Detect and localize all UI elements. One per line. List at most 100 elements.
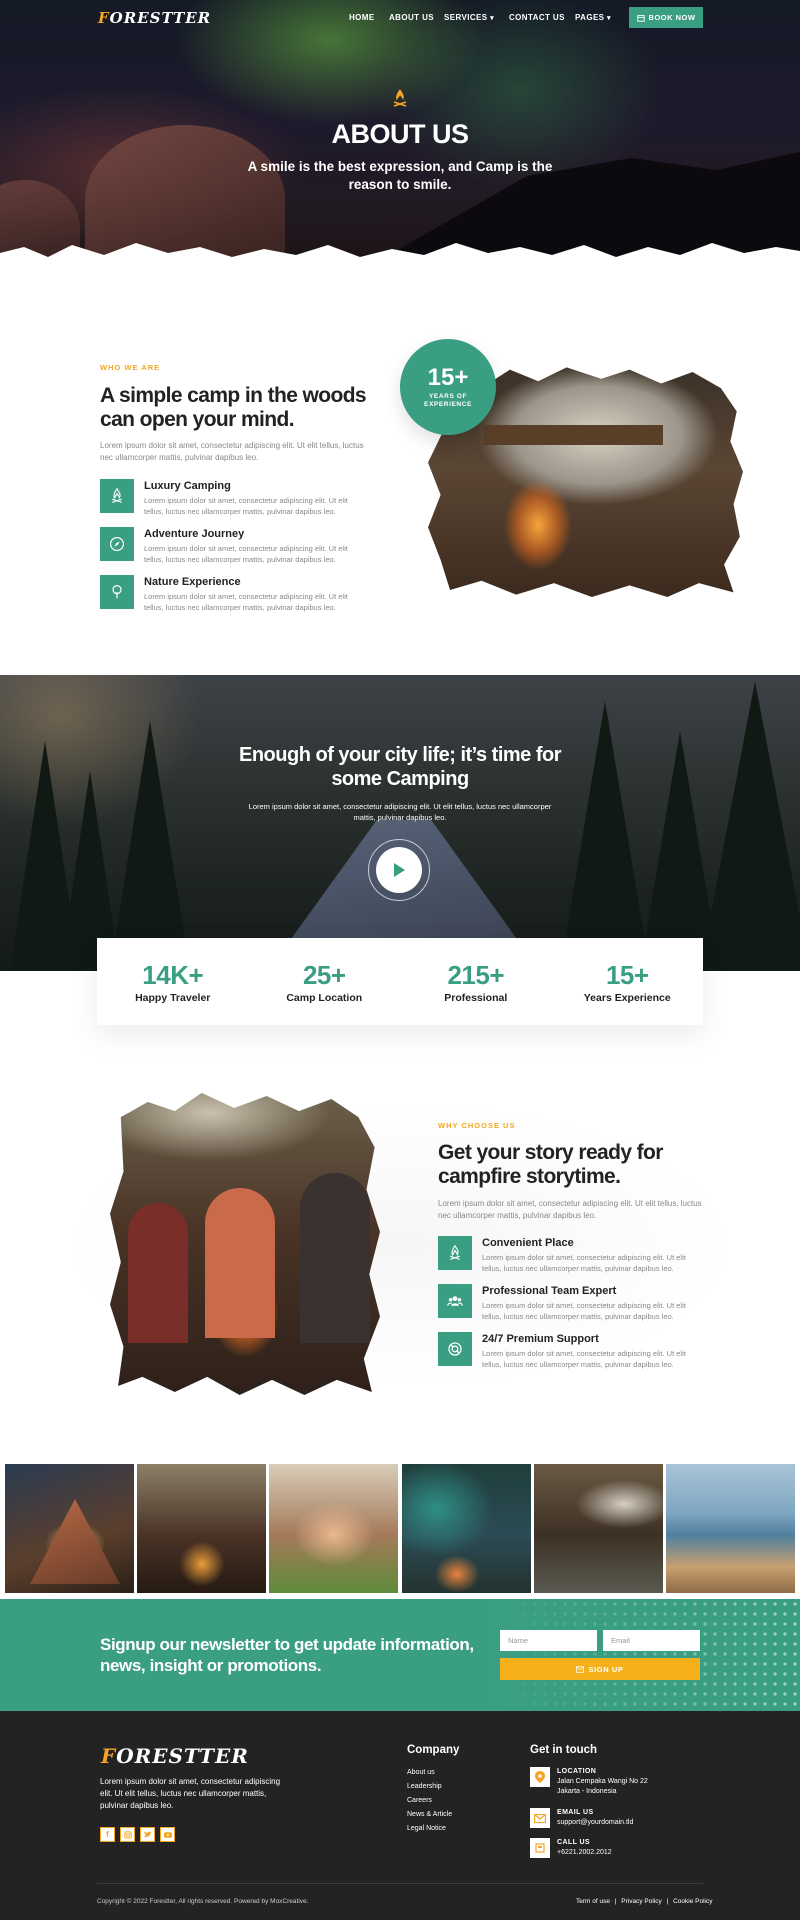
person-figure (205, 1188, 275, 1338)
location-label: LOCATION (557, 1768, 597, 1775)
tree-silhouette (560, 701, 650, 971)
mail-icon (576, 1665, 585, 1673)
footer-link-leadership[interactable]: Leadership (407, 1783, 442, 1790)
chevron-down-icon: ▾ (607, 15, 611, 22)
play-icon (394, 863, 405, 877)
youtube-icon[interactable] (160, 1827, 175, 1842)
stat-item: 15+ Years Experience (583, 959, 671, 1004)
footer-about-text: Lorem ipsum dolor sit amet, consectetur … (100, 1777, 281, 1810)
section-eyebrow: WHY CHOOSE US (438, 1121, 516, 1130)
nav-pages[interactable]: PAGES ▾ (575, 13, 611, 22)
footer-logo[interactable]: FORESTTER (101, 1744, 249, 1768)
email-label: EMAIL US (557, 1809, 594, 1816)
dot-pattern (490, 1599, 800, 1711)
gallery-image[interactable] (5, 1464, 134, 1593)
feature-desc: Lorem ipsum dolor sit amet, consectetur … (482, 1253, 686, 1273)
nav-services[interactable]: SERVICES ▾ (444, 13, 494, 22)
footer-link-news[interactable]: News & Article (407, 1811, 452, 1818)
gallery-image[interactable] (137, 1464, 266, 1593)
feature-title: Nature Experience (144, 576, 241, 588)
nav-about-us[interactable]: ABOUT US (389, 13, 434, 22)
support-icon (438, 1332, 472, 1366)
footer-link-careers[interactable]: Careers (407, 1797, 432, 1804)
footer-link-legal[interactable]: Legal Notice (407, 1825, 446, 1832)
gallery-image[interactable] (534, 1464, 663, 1593)
phone-icon (530, 1838, 550, 1858)
trailer-window (483, 425, 663, 445)
feature-title: Adventure Journey (144, 528, 245, 540)
video-title: Enough of your city life; it’s time for … (239, 744, 562, 790)
cookie-link[interactable]: Cookie Policy (673, 1898, 712, 1905)
stat-item: 14K+ Happy Traveler (135, 959, 211, 1004)
tree-silhouette (700, 681, 800, 971)
stats-bar: 14K+ Happy Traveler 25+ Camp Location 21… (97, 938, 703, 1025)
footer-link-about[interactable]: About us (407, 1769, 435, 1776)
feature-desc: Lorem ipsum dolor sit amet, consectetur … (482, 1301, 686, 1321)
location-pin-icon (530, 1767, 550, 1787)
play-video-button[interactable] (368, 839, 430, 901)
feature-adventure-journey: Adventure Journey Lorem ipsum dolor sit … (100, 527, 370, 567)
feature-title: 24/7 Premium Support (482, 1333, 599, 1345)
experience-badge: 15+ YEARS OF EXPERIENCE (400, 339, 496, 435)
feature-nature-experience: Nature Experience Lorem ipsum dolor sit … (100, 575, 370, 615)
separator: | (614, 1898, 617, 1905)
privacy-link[interactable]: Privacy Policy (621, 1898, 661, 1905)
feature-title: Professional Team Expert (482, 1285, 617, 1297)
gallery-image[interactable] (269, 1464, 398, 1593)
tree-silhouette (110, 721, 190, 971)
person-figure (128, 1203, 188, 1343)
email-value[interactable]: support@yourdomain.tld (557, 1818, 633, 1828)
email-input[interactable]: Email (603, 1630, 700, 1651)
glamping-tent (30, 1499, 120, 1584)
terms-link[interactable]: Term of use (576, 1898, 610, 1905)
section-title: Get your story ready for campfire storyt… (438, 1141, 663, 1188)
footer-divider (97, 1883, 703, 1884)
copyright-text: Copyright © 2022 Forestter, All rights r… (97, 1898, 309, 1905)
feature-convenient-place: Convenient Place Lorem ipsum dolor sit a… (438, 1236, 708, 1276)
section-lead: Lorem ipsum dolor sit amet, consectetur … (438, 1199, 702, 1220)
facebook-icon[interactable]: f (100, 1827, 115, 1842)
feature-title: Convenient Place (482, 1237, 574, 1249)
newsletter-title: Signup our newsletter to get update info… (100, 1635, 474, 1675)
feature-desc: Lorem ipsum dolor sit amet, consectetur … (144, 544, 348, 564)
legal-links: Term of use | Privacy Policy | Cookie Po… (576, 1898, 712, 1905)
feature-desc: Lorem ipsum dolor sit amet, consectetur … (144, 496, 348, 516)
page-title: ABOUT US (331, 119, 470, 149)
twitter-icon[interactable] (140, 1827, 155, 1842)
footer-contact-title: Get in touch (530, 1744, 598, 1756)
section-title: A simple camp in the woods can open your… (100, 384, 367, 431)
book-now-button[interactable]: BOOK NOW (629, 7, 703, 28)
call-value[interactable]: +6221.2002.2012 (557, 1848, 612, 1858)
feature-professional-team: Professional Team Expert Lorem ipsum dol… (438, 1284, 708, 1324)
signup-button[interactable]: SIGN UP (500, 1658, 700, 1680)
site-footer (0, 1711, 800, 1920)
name-input[interactable]: Name (500, 1630, 597, 1651)
video-text: Lorem ipsum dolor sit amet, consectetur … (248, 802, 552, 822)
section-lead: Lorem ipsum dolor sit amet, consectetur … (100, 441, 364, 462)
separator: | (666, 1898, 669, 1905)
site-logo[interactable]: FORESTTER (98, 9, 211, 27)
nav-contact-us[interactable]: CONTACT US (509, 13, 565, 22)
stat-item: 215+ Professional (444, 959, 508, 1004)
social-links: f (100, 1827, 175, 1842)
instagram-icon[interactable] (120, 1827, 135, 1842)
play-button-inner (376, 847, 422, 893)
person-figure (300, 1173, 370, 1343)
feature-luxury-camping: Luxury Camping Lorem ipsum dolor sit ame… (100, 479, 370, 519)
hero-subtitle: A smile is the best expression, and Camp… (247, 159, 553, 192)
video-section (0, 675, 800, 971)
team-icon (438, 1284, 472, 1318)
gallery-image[interactable] (402, 1464, 531, 1593)
email-icon (530, 1808, 550, 1828)
compass-icon (100, 527, 134, 561)
footer-company-title: Company (407, 1744, 460, 1756)
campfire-icon (393, 89, 407, 107)
feature-desc: Lorem ipsum dolor sit amet, consectetur … (144, 592, 348, 612)
tree-icon (100, 575, 134, 609)
gallery-image[interactable] (666, 1464, 795, 1593)
campfire-icon (100, 479, 134, 513)
nav-home[interactable]: HOME (349, 13, 375, 22)
section-eyebrow: WHO WE ARE (100, 363, 161, 372)
call-label: CALL US (557, 1839, 591, 1846)
feature-title: Luxury Camping (144, 480, 231, 492)
